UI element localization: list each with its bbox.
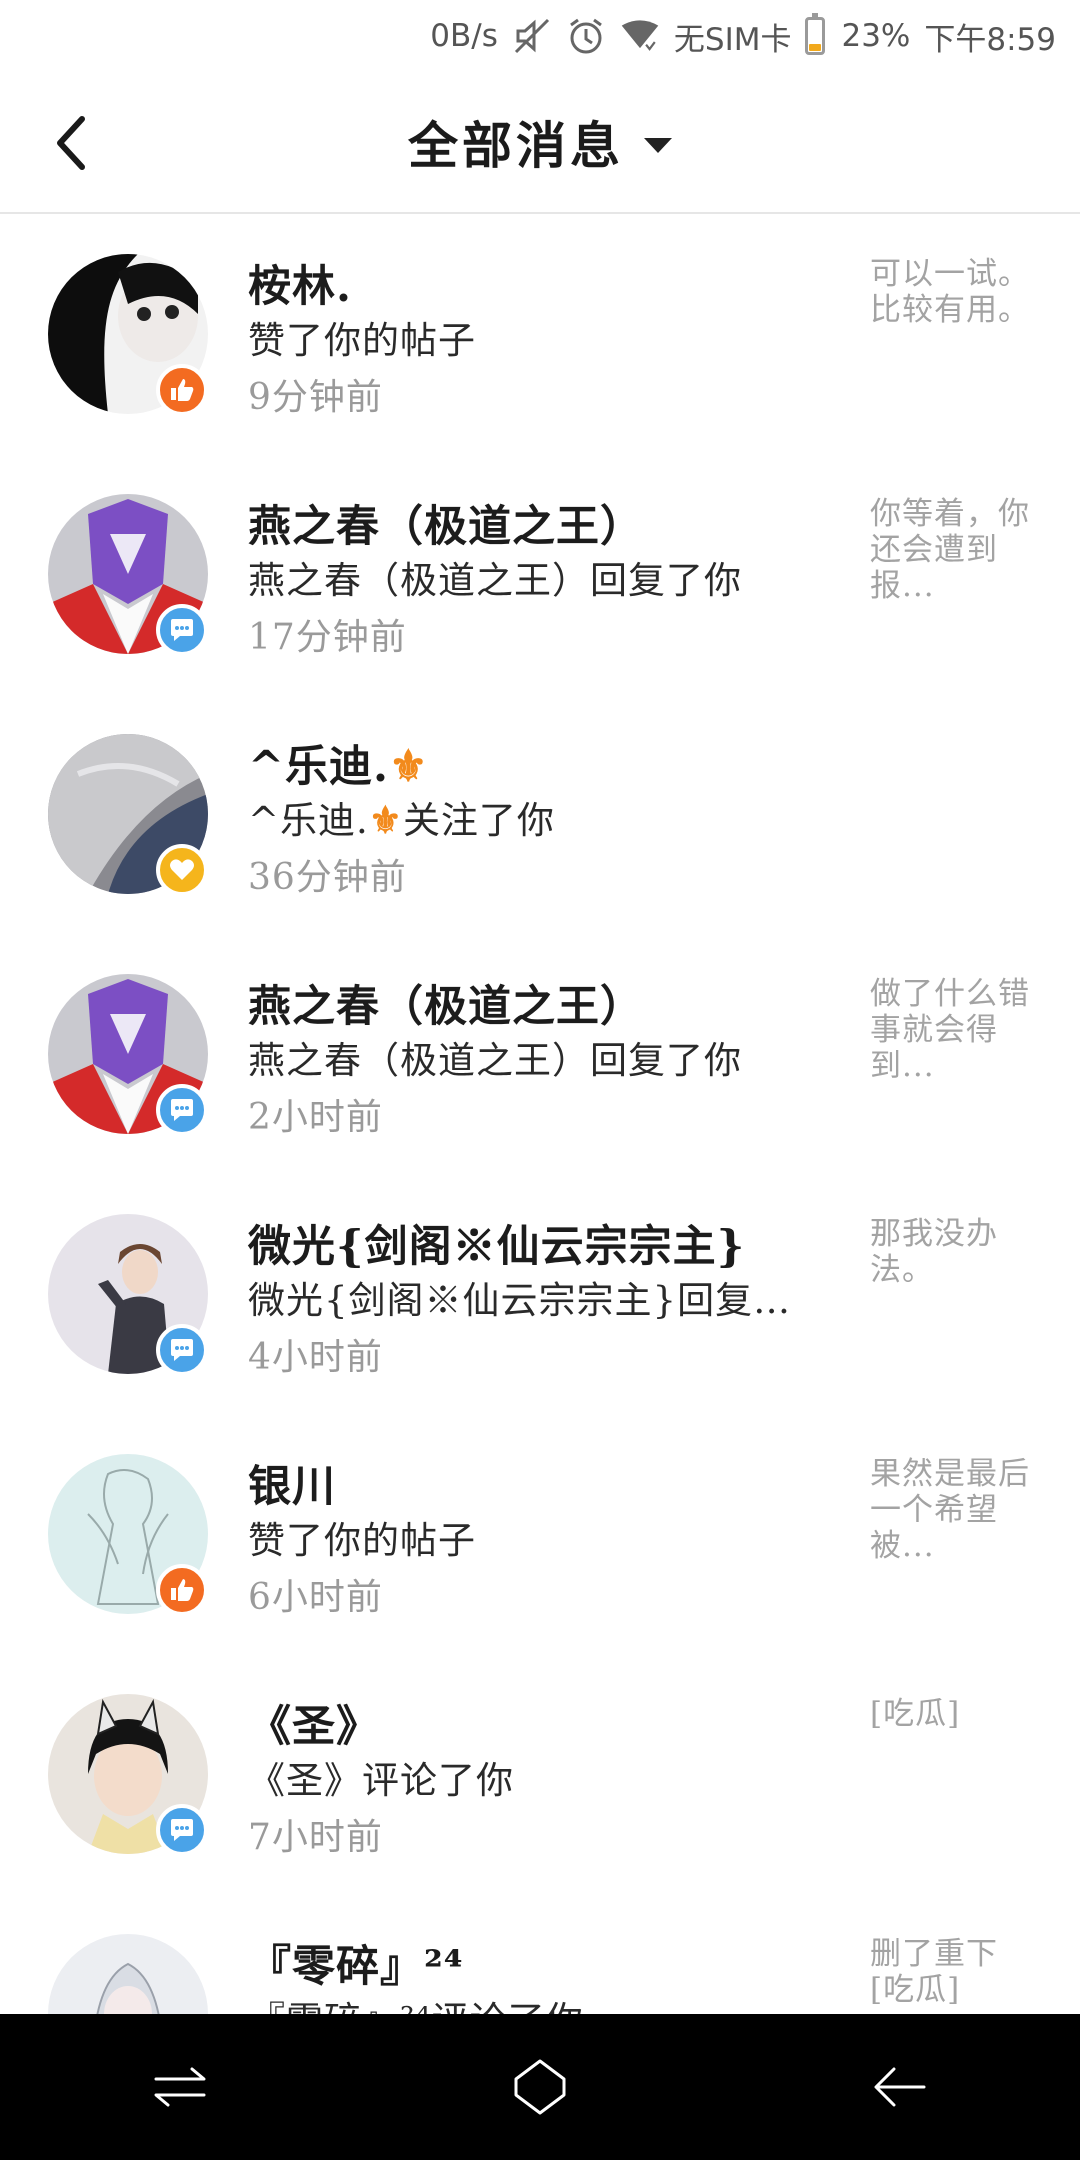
message-snippet: 删了重下[吃瓜] xyxy=(870,1936,998,2008)
recent-apps-icon xyxy=(154,2067,206,2107)
message-snippet: 可以一试。比较有用。 xyxy=(870,256,1030,328)
clock: 下午8:59 xyxy=(924,21,1056,58)
sender-name: 燕之春（极道之王） xyxy=(248,502,644,552)
navigation-bar xyxy=(0,2014,1080,2160)
message-action: 赞了你的帖子 xyxy=(248,319,476,362)
chat-bubble-icon xyxy=(171,619,193,641)
thumbs-up-icon xyxy=(171,379,194,401)
home-icon xyxy=(514,2059,566,2115)
battery-icon xyxy=(805,13,826,55)
caret-down-icon xyxy=(644,137,672,153)
title-dropdown[interactable]: 全部消息 xyxy=(0,102,1080,182)
recent-apps-button[interactable] xyxy=(135,2042,225,2132)
fleur-de-lis-icon: ⚜ xyxy=(368,798,403,842)
message-action: ^乐迪.⚜关注了你 xyxy=(248,798,555,842)
chat-bubble-icon xyxy=(171,1819,193,1841)
message-time: 2小时前 xyxy=(248,1097,383,1138)
sender-name: 银川 xyxy=(248,1462,336,1512)
alarm-icon xyxy=(566,16,606,56)
message-row[interactable]: ^乐迪.⚜ ^乐迪.⚜关注了你 36分钟前 xyxy=(0,696,1080,936)
heart-icon xyxy=(170,859,194,880)
message-snippet: 你等着，你还会遭到报... xyxy=(870,496,1030,604)
message-row[interactable]: 桉林. 赞了你的帖子 9分钟前 可以一试。比较有用。 xyxy=(0,216,1080,456)
like-badge xyxy=(156,364,208,416)
comment-badge xyxy=(156,1324,208,1376)
message-action: 燕之春（极道之王）回复了你 xyxy=(248,559,742,602)
sender-name: ^乐迪.⚜ xyxy=(248,742,429,792)
message-snippet: 那我没办法。 xyxy=(870,1216,998,1288)
message-time: 7小时前 xyxy=(248,1817,383,1858)
message-row[interactable]: 微光{剑阁※仙云宗宗主} 微光{剑阁※仙云宗宗主}回复… 4小时前 那我没办法。 xyxy=(0,1176,1080,1416)
follow-badge xyxy=(156,844,208,896)
mute-icon xyxy=(512,16,552,56)
message-row[interactable]: 银川 赞了你的帖子 6小时前 果然是最后一个希望被... xyxy=(0,1416,1080,1656)
battery-percent: 23% xyxy=(841,18,911,54)
thumbs-up-icon xyxy=(171,1579,194,1601)
comment-badge xyxy=(156,1804,208,1856)
fleur-de-lis-icon: ⚜ xyxy=(389,742,429,792)
back-nav-button[interactable] xyxy=(855,2042,945,2132)
message-list: 桉林. 赞了你的帖子 9分钟前 可以一试。比较有用。 燕之春（极道之王） 燕之春… xyxy=(0,216,1080,2136)
home-button[interactable] xyxy=(495,2042,585,2132)
message-action: 赞了你的帖子 xyxy=(248,1519,476,1562)
screen: 0B/s 无SIM卡 23% 下午8:59 全部消息 桉林. 赞了你的帖子 9分… xyxy=(0,0,1080,2160)
message-snippet: 果然是最后一个希望被... xyxy=(870,1456,1030,1564)
net-speed: 0B/s xyxy=(430,18,498,54)
message-row[interactable]: 《圣》 《圣》评论了你 7小时前 [吃瓜] xyxy=(0,1656,1080,1896)
sender-name: 桉林. xyxy=(248,262,352,312)
message-time: 9分钟前 xyxy=(248,377,383,418)
back-icon xyxy=(874,2067,926,2107)
message-action: 微光{剑阁※仙云宗宗主}回复… xyxy=(248,1279,792,1322)
message-time: 17分钟前 xyxy=(248,617,407,658)
message-action: 燕之春（极道之王）回复了你 xyxy=(248,1039,742,1082)
message-snippet: 做了什么错事就会得到... xyxy=(870,976,1030,1084)
chat-bubble-icon xyxy=(171,1099,193,1121)
status-bar: 0B/s 无SIM卡 23% 下午8:59 xyxy=(0,0,1080,72)
wifi-icon xyxy=(620,16,660,56)
header: 全部消息 xyxy=(0,72,1080,214)
message-time: 4小时前 xyxy=(248,1337,383,1378)
comment-badge xyxy=(156,1084,208,1136)
like-badge xyxy=(156,1564,208,1616)
sim-status: 无SIM卡 xyxy=(673,21,792,58)
sender-name: 『零碎』²⁴ xyxy=(248,1942,464,1992)
message-row[interactable]: 燕之春（极道之王） 燕之春（极道之王）回复了你 2小时前 做了什么错事就会得到.… xyxy=(0,936,1080,1176)
message-snippet: [吃瓜] xyxy=(870,1696,961,1732)
chat-bubble-icon xyxy=(171,1339,193,1361)
sender-name: 燕之春（极道之王） xyxy=(248,982,644,1032)
sender-name: 微光{剑阁※仙云宗宗主} xyxy=(248,1222,746,1272)
message-row[interactable]: 燕之春（极道之王） 燕之春（极道之王）回复了你 17分钟前 你等着，你还会遭到报… xyxy=(0,456,1080,696)
comment-badge xyxy=(156,604,208,656)
message-action: 《圣》评论了你 xyxy=(248,1759,514,1802)
message-time: 36分钟前 xyxy=(248,857,407,898)
message-time: 6小时前 xyxy=(248,1577,383,1618)
page-title: 全部消息 xyxy=(408,116,624,175)
sender-name: 《圣》 xyxy=(248,1702,380,1752)
